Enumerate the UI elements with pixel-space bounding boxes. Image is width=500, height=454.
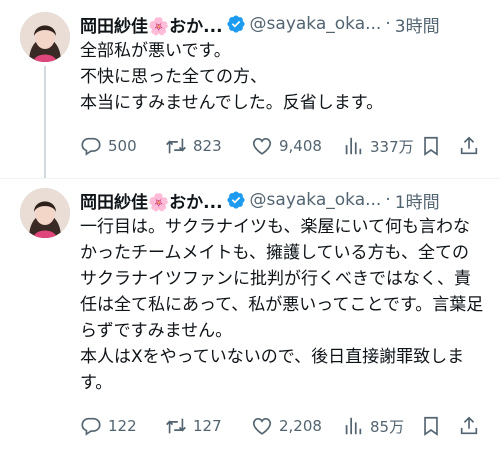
tweet-timestamp[interactable]: 1時間	[395, 188, 440, 213]
avatar[interactable]	[20, 188, 70, 238]
share-button[interactable]	[458, 135, 480, 157]
tweet-text-line: 本当にすみませんでした。反省します。	[80, 93, 384, 113]
author-name[interactable]: 岡田紗佳🌸おか...	[80, 188, 223, 213]
reply-count: 500	[108, 137, 137, 155]
retweet-icon	[166, 138, 186, 154]
bookmark-icon	[424, 416, 438, 436]
tweet-actions: 500 823 9,408 337万	[80, 134, 484, 158]
separator-dot: ·	[385, 190, 391, 210]
like-count: 2,208	[279, 417, 322, 435]
retweet-count: 823	[193, 137, 222, 155]
view-count: 85万	[370, 417, 405, 436]
share-icon	[460, 416, 478, 435]
tweet-thread: 岡田紗佳🌸おか... @sayaka_oka... · 3時間 全部私が悪いです…	[0, 0, 500, 454]
share-button[interactable]	[458, 415, 480, 437]
tweet-header: 岡田紗佳🌸おか... @sayaka_oka... · 3時間	[80, 10, 484, 38]
views-button[interactable]: 337万	[342, 135, 414, 157]
analytics-icon	[345, 417, 362, 435]
verified-badge-icon[interactable]	[226, 190, 246, 210]
like-count: 9,408	[279, 137, 322, 155]
author-handle[interactable]: @sayaka_oka...	[250, 14, 382, 34]
tweet-text-line: 本人はXをやっていないので、後日直接謝罪致します。	[80, 347, 465, 393]
retweet-count: 127	[193, 417, 222, 435]
bookmark-button[interactable]	[420, 415, 442, 437]
reply-icon	[81, 417, 101, 436]
reply-count: 122	[108, 417, 137, 435]
author-handle[interactable]: @sayaka_oka...	[250, 190, 382, 210]
tweet[interactable]: 岡田紗佳🌸おか... @sayaka_oka... · 3時間 全部私が悪いです…	[0, 0, 500, 178]
thread-connector-line	[44, 66, 46, 178]
reply-button[interactable]: 122	[80, 415, 137, 437]
verified-badge-icon[interactable]	[226, 14, 246, 34]
author-name[interactable]: 岡田紗佳🌸おか...	[80, 12, 223, 37]
like-button[interactable]: 2,208	[251, 415, 322, 437]
tweet-text: 一行目は。サクラナイツも、楽屋にいて何も言わなかったチームメイトも、擁護している…	[80, 214, 484, 396]
tweet-text-line: 不快に思った全ての方、	[80, 67, 267, 87]
heart-icon	[252, 418, 272, 435]
view-count: 337万	[370, 137, 414, 156]
share-icon	[460, 136, 478, 155]
tweet-actions: 122 127 2,208 85万	[80, 414, 484, 438]
tweet-text-line: 一行目は。サクラナイツも、楽屋にいて何も言わなかったチームメイトも、擁護している…	[80, 217, 484, 341]
heart-icon	[252, 138, 272, 155]
separator-dot: ·	[385, 14, 391, 34]
retweet-button[interactable]: 823	[165, 135, 222, 157]
like-button[interactable]: 9,408	[251, 135, 322, 157]
tweet-header: 岡田紗佳🌸おか... @sayaka_oka... · 1時間	[80, 186, 484, 214]
tweet[interactable]: 岡田紗佳🌸おか... @sayaka_oka... · 1時間 一行目は。サクラ…	[0, 178, 500, 454]
analytics-icon	[345, 137, 362, 155]
profile-photo	[20, 12, 70, 62]
reply-button[interactable]: 500	[80, 135, 137, 157]
profile-photo	[20, 188, 70, 238]
tweet-content: 岡田紗佳🌸おか... @sayaka_oka... · 1時間 一行目は。サクラ…	[80, 186, 484, 396]
tweet-timestamp[interactable]: 3時間	[395, 12, 440, 37]
views-button[interactable]: 85万	[342, 415, 404, 437]
reply-icon	[81, 137, 101, 156]
retweet-button[interactable]: 127	[165, 415, 222, 437]
bookmark-icon	[424, 136, 438, 156]
retweet-icon	[166, 418, 186, 434]
tweet-text: 全部私が悪いです。 不快に思った全ての方、 本当にすみませんでした。反省します。	[80, 38, 484, 116]
tweet-text-line: 全部私が悪いです。	[80, 41, 231, 61]
tweet-content: 岡田紗佳🌸おか... @sayaka_oka... · 3時間 全部私が悪いです…	[80, 10, 484, 116]
bookmark-button[interactable]	[420, 135, 442, 157]
avatar[interactable]	[20, 12, 70, 62]
